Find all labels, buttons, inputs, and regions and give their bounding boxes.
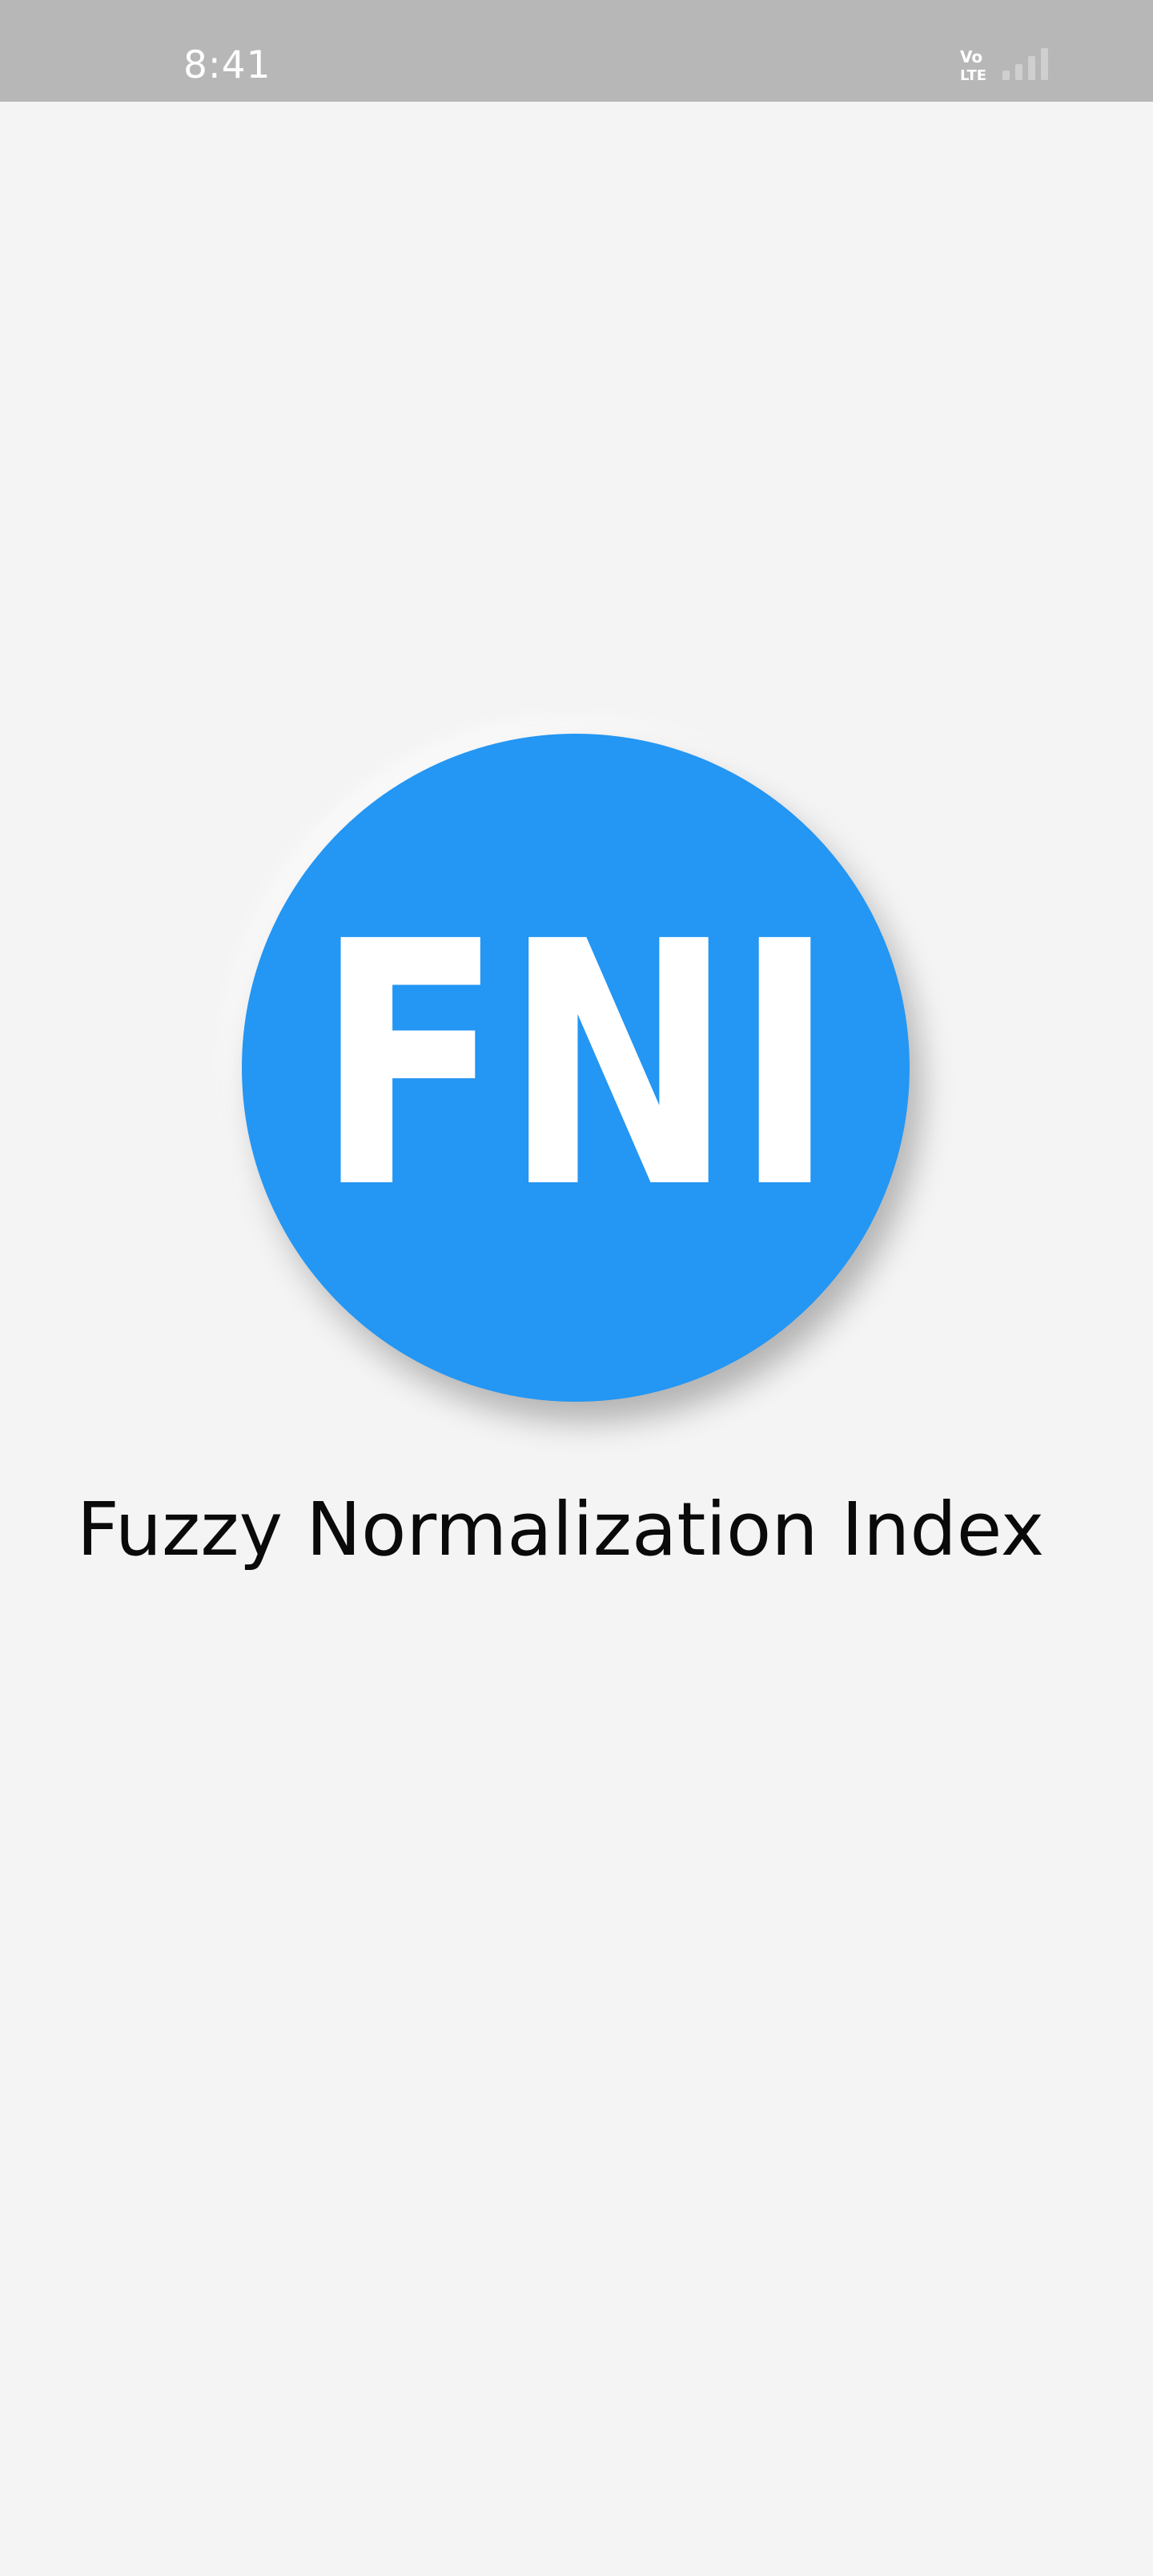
app-logo: FNI bbox=[242, 734, 910, 1402]
signal-icon bbox=[1002, 48, 1048, 80]
app-name-title: Fuzzy Normalization Index bbox=[76, 1487, 1045, 1572]
signal-bar-3 bbox=[1028, 56, 1035, 80]
volte-icon: Vo LTE bbox=[960, 47, 986, 84]
signal-bar-4 bbox=[1041, 48, 1048, 80]
app-logo-text: FNI bbox=[315, 871, 836, 1262]
status-time: 8:41 bbox=[183, 43, 271, 87]
app-logo-graphic: FNI bbox=[315, 871, 836, 1262]
signal-bar-2 bbox=[1015, 64, 1022, 80]
signal-bar-1 bbox=[1002, 70, 1010, 80]
status-bar: 8:41 Vo LTE bbox=[0, 0, 1153, 102]
volte-label-top: Vo bbox=[960, 47, 982, 66]
volte-label-bottom: LTE bbox=[960, 67, 986, 84]
